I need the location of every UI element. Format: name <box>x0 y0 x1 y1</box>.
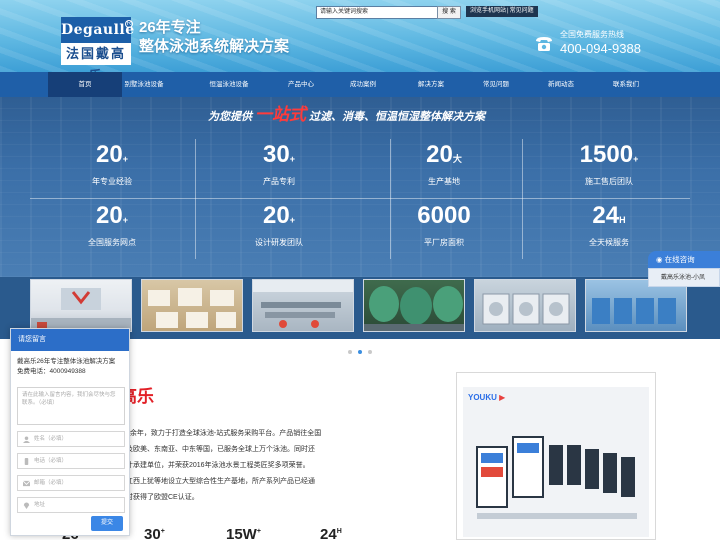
photo-workshop[interactable] <box>252 279 354 332</box>
chat-icon: ◉ <box>656 255 663 264</box>
banner-title: 为您提供 一站式 过滤、消毒、恒温恒湿整体解决方案 <box>208 105 485 127</box>
about-text: 0余年，致力于打造全球泳池-站式服务采购平台。产品销往全国 及欧美、东南亚、中东… <box>126 430 322 501</box>
faq-link[interactable]: 常见问题 <box>510 8 534 14</box>
stat-service: 24H 全天候服务 <box>589 202 629 247</box>
nav-solutions[interactable]: 解决方案 <box>394 72 468 97</box>
carousel-dot-2[interactable] <box>358 350 362 354</box>
logo-wordmark: Degaulle <box>61 17 134 43</box>
nav-faq[interactable]: 常见问题 <box>459 72 533 97</box>
logo-cn-name: 法国戴高乐 <box>61 43 131 72</box>
brand-logo[interactable]: Degaulle R 法国戴高乐 <box>61 17 134 72</box>
slogan-line2: 整体泳池系统解决方案 <box>139 38 290 55</box>
site-header: Degaulle R 法国戴高乐 26年专注 整体泳池系统解决方案 请输入关键词… <box>0 0 720 72</box>
stat-bases: 20大 生产基地 <box>426 141 462 186</box>
photo-certificates[interactable] <box>141 279 243 332</box>
registered-icon: R <box>125 20 133 28</box>
header-slogan: 26年专注 整体泳池系统解决方案 <box>139 18 289 56</box>
hotline-number: 400-094-9388 <box>560 41 641 56</box>
address-field[interactable]: 地址 <box>17 497 125 513</box>
phone-icon <box>536 37 552 51</box>
slogan-line1: 26年专注 <box>139 19 201 36</box>
search-button[interactable]: 搜 索 <box>437 6 461 19</box>
mail-icon <box>23 480 30 487</box>
carousel-dot-1[interactable] <box>348 350 352 354</box>
phone-field-icon <box>24 458 29 465</box>
banner-title-highlight: 一站式 <box>255 105 306 124</box>
consult-agent[interactable]: 戴高乐泳池-小凤 <box>648 268 720 287</box>
mini-stat-3: 15W+ <box>226 526 261 540</box>
user-icon <box>23 436 30 443</box>
mini-stat-2: 30+ <box>144 526 165 540</box>
message-form-intro: 戴高乐26年专注整体泳池解决方案 免费电话：4000949388 <box>17 358 116 375</box>
stat-years: 20+ 年专业经验 <box>92 141 132 186</box>
online-consult-widget[interactable]: ◉ 在线咨询 戴高乐泳池-小凤 <box>648 251 720 287</box>
nav-contact[interactable]: 联系我们 <box>589 72 663 97</box>
name-field[interactable]: 姓名（必填） <box>17 431 125 447</box>
email-field[interactable]: 邮箱（必填） <box>17 475 125 491</box>
stat-teams: 1500+ 施工售后团队 <box>579 141 639 186</box>
stat-area: 6000 平厂房面积 <box>417 202 471 247</box>
pool-equipment-illustration <box>476 436 637 519</box>
carousel-dot-3[interactable] <box>368 350 372 354</box>
top-links: 浏览手机网站|常见问题 <box>466 6 538 17</box>
message-form-title: 请您留言 <box>11 329 129 351</box>
stat-divider-v1 <box>195 139 196 259</box>
phone-field[interactable]: 电话（必填） <box>17 453 125 469</box>
nav-heated-pool[interactable]: 恒温泳池设备 <box>192 72 266 97</box>
photo-office[interactable] <box>30 279 132 332</box>
photo-filter-tanks[interactable] <box>363 279 465 332</box>
nav-cases[interactable]: 成功案例 <box>326 72 400 97</box>
mobile-site-link[interactable]: 浏览手机网站 <box>470 8 506 14</box>
message-form-panel: 请您留言 戴高乐26年专注整体泳池解决方案 免费电话：4000949388 请在… <box>10 328 130 536</box>
video-player[interactable]: YOUKU ▶ <box>463 387 649 537</box>
hotline-label: 全国免费服务热线 <box>560 30 624 39</box>
hero-banner: 为您提供 一站式 过滤、消毒、恒温恒湿整体解决方案 20+ 年专业经验 30+ 产品… <box>0 97 720 277</box>
stat-divider-h <box>30 198 690 199</box>
stat-rnd: 20+ 设计研发团队 <box>255 202 303 247</box>
consult-header[interactable]: ◉ 在线咨询 <box>648 251 720 268</box>
message-textarea[interactable]: 请在此输入留言内容，我们会尽快与您联系。（必填） <box>17 387 125 425</box>
stat-divider-v3 <box>522 139 523 259</box>
nav-news[interactable]: 新闻动态 <box>524 72 598 97</box>
photo-heat-pumps[interactable] <box>474 279 576 332</box>
youku-logo: YOUKU ▶ <box>468 393 506 402</box>
main-nav: 首页 别墅泳池设备 恒温泳池设备 产品中心 成功案例 解决方案 常见问题 新闻动… <box>0 72 720 97</box>
nav-villa-pool[interactable]: 别墅泳池设备 <box>107 72 181 97</box>
stat-outlets: 20+ 全国服务网点 <box>88 202 136 247</box>
banner-title-suffix: 过滤、消毒、恒温恒湿整体解决方案 <box>309 111 485 123</box>
location-icon <box>23 502 30 509</box>
banner-title-prefix: 为您提供 <box>208 111 252 123</box>
company-video[interactable]: YOUKU ▶ <box>456 372 656 540</box>
submit-button[interactable]: 提交 <box>91 516 123 531</box>
mini-stat-4: 24H <box>320 526 342 540</box>
stat-patents: 30+ 产品专利 <box>263 141 295 186</box>
